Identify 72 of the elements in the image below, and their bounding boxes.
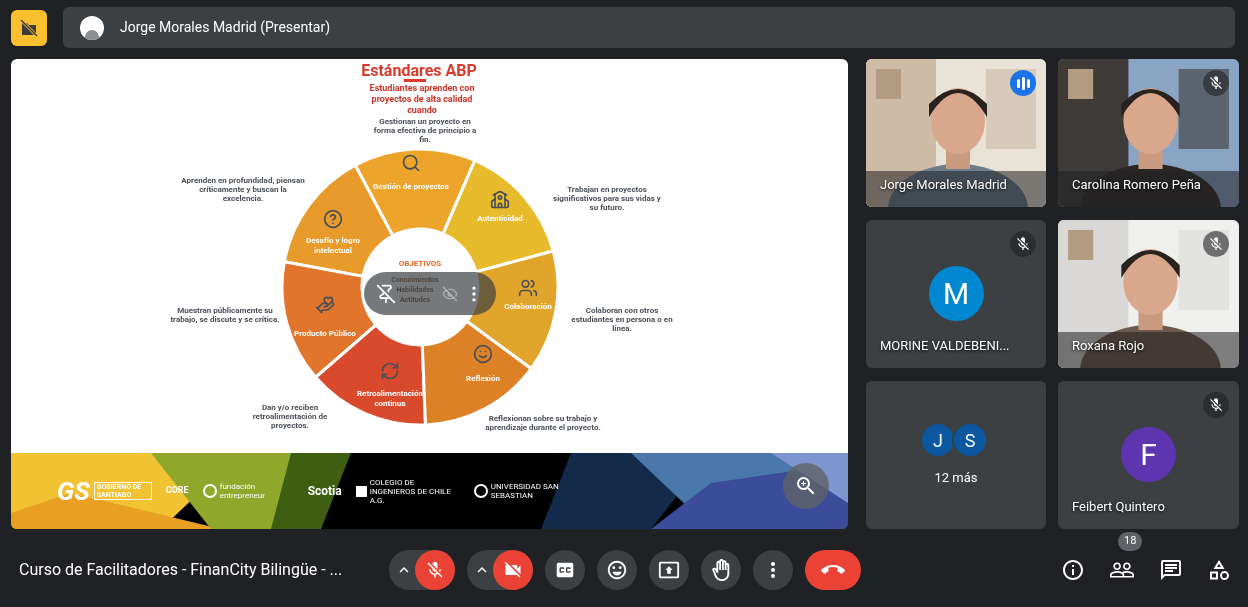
- camera-off-icon: [503, 560, 523, 580]
- unpin-icon[interactable]: [376, 283, 396, 304]
- avatar: F: [1121, 427, 1176, 482]
- meeting-title: Curso de Facilitadores - FinanCity Bilingüe - ...: [19, 559, 344, 581]
- microphone-off-icon: [425, 560, 445, 580]
- info-button[interactable]: [1061, 558, 1085, 582]
- segment-label: Gestión de proyectos: [372, 182, 450, 192]
- emoji-button[interactable]: [597, 550, 637, 590]
- avatar: S: [952, 422, 988, 459]
- logo-text: fundación entrepreneur: [219, 482, 266, 500]
- more-participants-label: 12 más: [934, 469, 978, 488]
- participant-tile[interactable]: J S 12 más: [866, 381, 1046, 529]
- more-options-button[interactable]: [753, 550, 793, 590]
- captions-button[interactable]: [545, 550, 585, 590]
- participant-name: Feibert Quintero: [1072, 497, 1165, 516]
- participant-count-badge: 18: [1118, 532, 1143, 551]
- participant-tile[interactable]: Roxana Rojo: [1058, 220, 1239, 368]
- participant-name: Jorge Morales Madrid: [880, 175, 1007, 194]
- segment-label: Retroalimentación continua: [356, 389, 424, 409]
- slide-title: Estándares ABP: [360, 60, 478, 82]
- segment-description: Reflexionan sobre su trabajo y aprendizaje durante el proyecto.: [484, 414, 602, 432]
- segment-description: Muestran públicamente su trabajo, se discute y se crítica.: [169, 306, 281, 324]
- segment-description: Dan y/o reciben retroalimentación de proyectos.: [251, 403, 329, 430]
- ring-logo-icon: [202, 484, 217, 498]
- refresh-icon: [380, 361, 400, 381]
- participant-name: MORINE VALDEBENI...: [880, 336, 1010, 355]
- center-heading: OBJETIVOS: [397, 258, 443, 270]
- logo-text: Scotia: [307, 483, 342, 500]
- more-icon: [771, 562, 775, 578]
- presenter-label: Jorge Morales Madrid (Presentar): [120, 18, 330, 38]
- ring-logo-icon: [473, 484, 488, 498]
- logo-mark: GS: [57, 478, 90, 504]
- question-mark-icon: [323, 209, 343, 229]
- camera-control[interactable]: [467, 550, 533, 590]
- segment-label: Colaboración: [503, 302, 553, 312]
- segment-description: Trabajan en proyectos significativos para sus vidas y su futuro.: [552, 185, 662, 212]
- segment-label: Autenticidad: [476, 214, 524, 224]
- magnifier-icon: [401, 153, 421, 173]
- present-screen-button[interactable]: [649, 550, 689, 590]
- avatar: M: [928, 266, 984, 321]
- segment-description: Aprenden en profundidad, piensan críticamente y buscan la excelencia.: [180, 176, 306, 203]
- participant-tile[interactable]: Carolina Romero Peña: [1058, 59, 1239, 207]
- logo-text: CORE: [165, 484, 189, 498]
- chat-button[interactable]: [1159, 558, 1183, 582]
- participant-tile[interactable]: M MORINE VALDEBENI...: [866, 220, 1046, 368]
- square-logo-icon: [355, 485, 367, 497]
- avatar: J: [920, 422, 956, 459]
- hand-icon: [710, 559, 732, 581]
- building-icon: [490, 190, 510, 210]
- present-screen-icon: [658, 559, 680, 581]
- segment-label: Reflexión: [465, 374, 501, 384]
- slide-subtitle: Estudiantes aprenden con proyectos de alta calidad cuando: [368, 83, 476, 116]
- presentation-grid-off-button[interactable]: [11, 9, 47, 46]
- segment-description: Gestionan un proyecto en forma efectiva de principio a fin.: [372, 117, 478, 144]
- logo-text: UNIVERSIDAD SAN SEBASTIAN: [490, 482, 560, 500]
- segment-label: Producto Público: [293, 329, 357, 339]
- mic-control[interactable]: [389, 550, 455, 590]
- segment-label: Desafío y logro intelectual: [305, 236, 361, 256]
- presenter-avatar: [80, 15, 104, 40]
- raise-hand-button[interactable]: [701, 550, 741, 590]
- smiley-icon: [606, 559, 628, 581]
- people-icon: [518, 278, 538, 298]
- participant-tile[interactable]: Jorge Morales Madrid: [866, 59, 1046, 207]
- participant-name: Carolina Romero Peña: [1072, 175, 1201, 194]
- participant-name: Roxana Rojo: [1072, 336, 1145, 355]
- segment-description: Colaboran con otros estudiantes en persona o en línea.: [570, 306, 674, 333]
- end-call-button[interactable]: [805, 550, 861, 590]
- camera-button[interactable]: [493, 550, 533, 590]
- participant-tile[interactable]: F Feibert Quintero: [1058, 381, 1239, 529]
- activities-button[interactable]: [1207, 558, 1231, 582]
- microphone-button[interactable]: [415, 550, 455, 590]
- logo-text: COLEGIO DE INGENIEROS DE CHILE A.G.: [369, 477, 452, 505]
